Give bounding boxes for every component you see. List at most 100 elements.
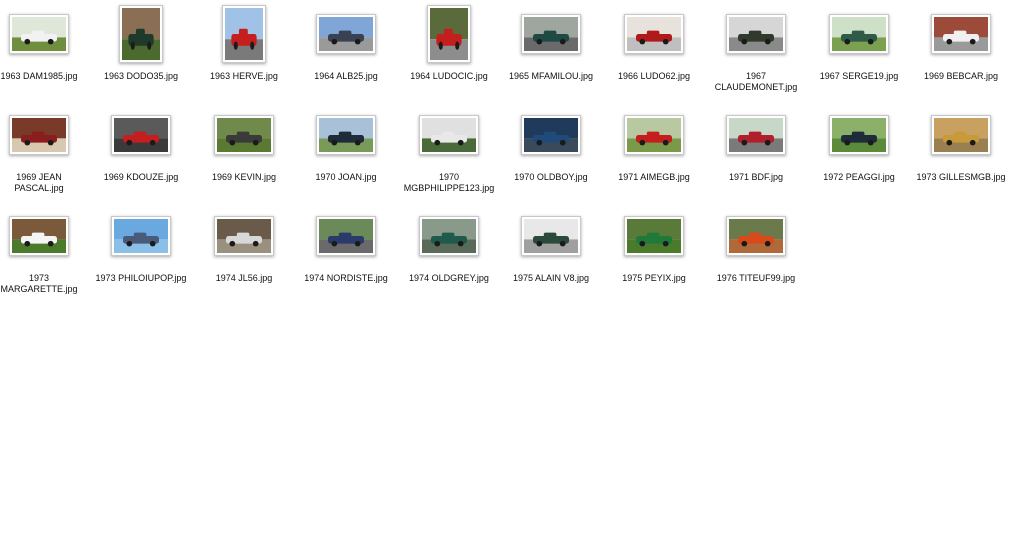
file-item[interactable]: 1969 KEVIN.jpg xyxy=(196,101,292,183)
file-item[interactable]: 1976 TITEUF99.jpg xyxy=(708,202,804,284)
file-name-label[interactable]: 1975 PEYIX.jpg xyxy=(606,273,702,284)
file-thumbnail[interactable] xyxy=(726,14,786,54)
file-item[interactable]: 1971 BDF.jpg xyxy=(708,101,804,183)
file-thumbnail[interactable] xyxy=(214,115,274,155)
file-thumbnail[interactable] xyxy=(419,115,479,155)
file-name-label[interactable]: 1976 TITEUF99.jpg xyxy=(708,273,804,284)
car-wheel-shape xyxy=(559,240,566,247)
file-name-label[interactable]: 1974 NORDISTE.jpg xyxy=(298,273,394,284)
file-item[interactable]: 1967 SERGE19.jpg xyxy=(811,0,907,82)
file-thumbnail[interactable] xyxy=(521,115,581,155)
file-name-label[interactable]: 1969 BEBCAR.jpg xyxy=(913,71,1009,82)
file-thumbnail[interactable] xyxy=(521,14,581,54)
file-name-label[interactable]: 1965 MFAMILOU.jpg xyxy=(503,71,599,82)
file-thumbnail[interactable] xyxy=(521,216,581,256)
photo-preview-image xyxy=(729,219,783,253)
file-name-label[interactable]: 1975 ALAIN V8.jpg xyxy=(503,273,599,284)
file-item[interactable]: 1963 DODO35.jpg xyxy=(93,0,189,82)
file-name-label[interactable]: 1974 JL56.jpg xyxy=(196,273,292,284)
file-thumbnail[interactable] xyxy=(111,115,171,155)
file-name-label[interactable]: 1971 BDF.jpg xyxy=(708,172,804,183)
file-item[interactable]: 1963 HERVE.jpg xyxy=(196,0,292,82)
file-name-label[interactable]: 1967 CLAUDEMONET.jpg xyxy=(708,71,804,93)
file-item[interactable]: 1965 MFAMILOU.jpg xyxy=(503,0,599,82)
file-item[interactable]: 1963 DAM1985.jpg xyxy=(0,0,87,82)
file-item[interactable]: 1975 ALAIN V8.jpg xyxy=(503,202,599,284)
car-cabin-shape xyxy=(31,30,45,36)
file-item[interactable]: 1974 JL56.jpg xyxy=(196,202,292,284)
file-item[interactable]: 1969 BEBCAR.jpg xyxy=(913,0,1009,82)
file-item[interactable]: 1972 PEAGGI.jpg xyxy=(811,101,907,183)
file-name-label[interactable]: 1973 MARGARETTE.jpg xyxy=(0,273,87,295)
file-item[interactable]: 1969 KDOUZE.jpg xyxy=(93,101,189,183)
file-name-label[interactable]: 1963 HERVE.jpg xyxy=(196,71,292,82)
file-item[interactable]: 1966 LUDO62.jpg xyxy=(606,0,702,82)
file-item[interactable]: 1974 OLDGREY.jpg xyxy=(401,202,497,284)
car-cabin-shape xyxy=(338,232,352,238)
file-item[interactable]: 1974 NORDISTE.jpg xyxy=(298,202,394,284)
file-name-label[interactable]: 1967 SERGE19.jpg xyxy=(811,71,907,82)
file-name-label[interactable]: 1970 OLDBOY.jpg xyxy=(503,172,599,183)
file-name-label[interactable]: 1964 LUDOCIC.jpg xyxy=(401,71,497,82)
file-item[interactable]: 1973 GILLESMGB.jpg xyxy=(913,101,1009,183)
file-name-label[interactable]: 1973 GILLESMGB.jpg xyxy=(913,172,1009,183)
file-thumbnail[interactable] xyxy=(726,115,786,155)
file-item[interactable]: 1973 PHILOIUPOP.jpg xyxy=(93,202,189,284)
file-thumbnail[interactable] xyxy=(624,14,684,54)
photo-preview-image xyxy=(12,118,66,152)
file-item[interactable]: 1971 AIMEGB.jpg xyxy=(606,101,702,183)
car-wheel-shape xyxy=(844,38,851,45)
file-thumbnail[interactable] xyxy=(316,216,376,256)
file-thumbnail[interactable] xyxy=(316,14,376,54)
file-thumbnail[interactable] xyxy=(624,216,684,256)
file-name-label[interactable]: 1974 OLDGREY.jpg xyxy=(401,273,497,284)
file-thumbnail[interactable] xyxy=(9,115,69,155)
car-wheel-shape xyxy=(149,240,156,247)
file-name-label[interactable]: 1970 JOAN.jpg xyxy=(298,172,394,183)
file-name-label[interactable]: 1966 LUDO62.jpg xyxy=(606,71,702,82)
photo-preview-image xyxy=(524,17,578,51)
file-thumbnail[interactable] xyxy=(222,5,266,63)
car-wheel-shape xyxy=(741,139,748,146)
file-item[interactable]: 1970 MGBPHILIPPE123.jpg xyxy=(401,101,497,194)
file-thumbnail[interactable] xyxy=(726,216,786,256)
file-name-label[interactable]: 1969 JEAN PASCAL.jpg xyxy=(0,172,87,194)
car-cabin-shape xyxy=(953,30,967,36)
file-thumbnail[interactable] xyxy=(214,216,274,256)
car-cabin-shape xyxy=(851,131,865,137)
file-item[interactable]: 1973 MARGARETTE.jpg xyxy=(0,202,87,295)
file-name-label[interactable]: 1970 MGBPHILIPPE123.jpg xyxy=(401,172,497,194)
file-item[interactable]: 1969 JEAN PASCAL.jpg xyxy=(0,101,87,194)
file-item[interactable]: 1975 PEYIX.jpg xyxy=(606,202,702,284)
file-item[interactable]: 1970 OLDBOY.jpg xyxy=(503,101,599,183)
file-item[interactable]: 1967 CLAUDEMONET.jpg xyxy=(708,0,804,93)
file-name-label[interactable]: 1964 ALB25.jpg xyxy=(298,71,394,82)
file-thumbnail[interactable] xyxy=(829,115,889,155)
file-thumbnail[interactable] xyxy=(829,14,889,54)
file-thumbnail[interactable] xyxy=(9,14,69,54)
file-thumbnail[interactable] xyxy=(9,216,69,256)
file-thumbnail[interactable] xyxy=(931,115,991,155)
car-cabin-shape xyxy=(748,30,762,36)
car-wheel-shape xyxy=(536,139,543,146)
file-thumbnail[interactable] xyxy=(316,115,376,155)
file-thumbnail[interactable] xyxy=(119,5,163,63)
file-item[interactable]: 1970 JOAN.jpg xyxy=(298,101,394,183)
file-name-label[interactable]: 1971 AIMEGB.jpg xyxy=(606,172,702,183)
car-wheel-shape xyxy=(764,139,771,146)
file-thumbnail[interactable] xyxy=(419,216,479,256)
file-name-label[interactable]: 1963 DODO35.jpg xyxy=(93,71,189,82)
file-name-label[interactable]: 1972 PEAGGI.jpg xyxy=(811,172,907,183)
file-name-label[interactable]: 1969 KDOUZE.jpg xyxy=(93,172,189,183)
file-name-label[interactable]: 1973 PHILOIUPOP.jpg xyxy=(93,273,189,284)
file-name-label[interactable]: 1969 KEVIN.jpg xyxy=(196,172,292,183)
file-thumbnail[interactable] xyxy=(931,14,991,54)
file-item[interactable]: 1964 ALB25.jpg xyxy=(298,0,394,82)
car-cabin-shape xyxy=(543,30,557,36)
car-cabin-shape xyxy=(441,131,455,137)
file-thumbnail[interactable] xyxy=(624,115,684,155)
file-name-label[interactable]: 1963 DAM1985.jpg xyxy=(0,71,87,82)
file-item[interactable]: 1964 LUDOCIC.jpg xyxy=(401,0,497,82)
file-thumbnail[interactable] xyxy=(427,5,471,63)
file-thumbnail[interactable] xyxy=(111,216,171,256)
